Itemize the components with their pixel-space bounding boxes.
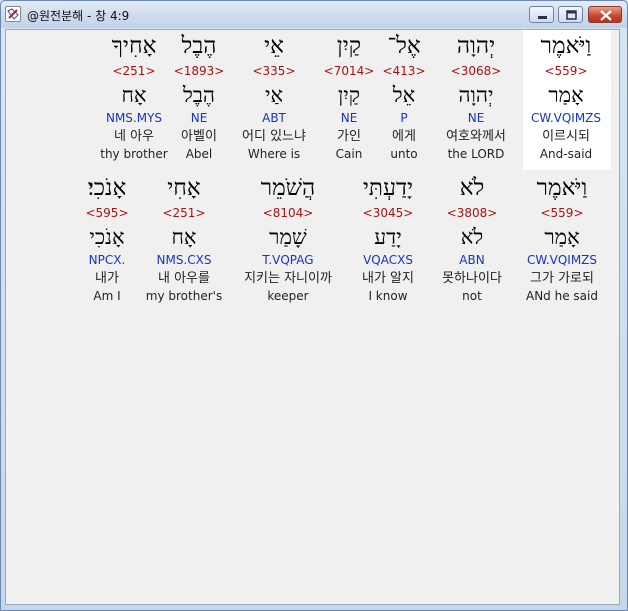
word-column[interactable]: יְהוָה <3068> יְהוָה NE 여호와께서 the LORD xyxy=(426,30,526,163)
hebrew-root: לֹא xyxy=(460,225,484,249)
word-column-selected[interactable]: וַיֹּאמֶר <559> אָמַר CW.VQIMZS 이르시되 And… xyxy=(516,30,616,163)
maximize-button[interactable] xyxy=(558,6,583,23)
korean-gloss: 내 아우를 xyxy=(158,271,210,286)
parsing-code: CW.VQIMZS xyxy=(526,253,598,267)
english-gloss: not xyxy=(462,289,482,303)
korean-gloss: 지키는 자니이까 xyxy=(244,271,332,286)
english-gloss: ANd he said xyxy=(526,289,598,303)
title-bar[interactable]: @원전분해 - 창 4:9 xyxy=(1,1,627,28)
strong-number[interactable]: <559> xyxy=(512,204,612,222)
hebrew-word: לֹא xyxy=(459,175,485,201)
parsing-code: T.VQPAG xyxy=(262,253,314,267)
korean-gloss: 그가 가로되 xyxy=(530,271,594,286)
hebrew-word: הֲשֹׁמֵר xyxy=(260,175,316,201)
hebrew-root: אָמַר xyxy=(548,83,584,107)
minimize-button[interactable] xyxy=(529,6,554,23)
english-gloss: And-said xyxy=(539,147,593,161)
interlinear-panel: אָחִיךָ <251> אָח NMS.MYS 네 아우 thy broth… xyxy=(5,29,620,605)
app-logo-icon[interactable] xyxy=(5,6,21,22)
parsing-code: CW.VQIMZS xyxy=(530,111,602,125)
hebrew-word: אָחִי xyxy=(167,175,201,201)
strong-number[interactable]: <559> xyxy=(516,62,616,80)
strong-number[interactable]: <251> xyxy=(134,204,234,222)
hebrew-root: אָח xyxy=(171,225,197,249)
parsing-code: NMS.CXS xyxy=(156,253,212,267)
hebrew-root: שָׁמַר xyxy=(269,225,307,249)
close-button[interactable] xyxy=(588,6,622,23)
strong-number[interactable]: <8104> xyxy=(238,204,338,222)
korean-gloss: 여호와께서 xyxy=(446,129,506,144)
korean-gloss: 못하나이다 xyxy=(442,271,502,286)
english-gloss: keeper xyxy=(267,289,309,303)
hebrew-word: וַיֹּאמֶר xyxy=(536,175,588,201)
word-column[interactable]: לֹא <3808> לֹא ABN 못하나이다 not xyxy=(422,172,522,305)
hebrew-word: וַיֹּאמֶר xyxy=(540,33,592,59)
english-gloss: the LORD xyxy=(447,147,505,161)
word-column[interactable]: הֲשֹׁמֵר <8104> שָׁמַר T.VQPAG 지키는 자니이까 … xyxy=(238,172,338,305)
parsing-code: NE xyxy=(467,111,485,125)
window-title: @원전분해 - 창 4:9 xyxy=(27,9,130,23)
hebrew-word: יְהוָה xyxy=(456,33,496,59)
hebrew-root: אָמַר xyxy=(544,225,580,249)
korean-gloss: 이르시되 xyxy=(542,129,590,144)
strong-number[interactable]: <3808> xyxy=(422,204,522,222)
english-gloss: my brother's xyxy=(145,289,223,303)
word-column[interactable]: אָחִי <251> אָח NMS.CXS 내 아우를 my brother… xyxy=(134,172,234,305)
strong-number[interactable]: <3068> xyxy=(426,62,526,80)
app-window: @원전분해 - 창 4:9 אָחִיךָ <251> אָח NMS.MYS … xyxy=(0,0,628,611)
hebrew-root: יְהוָה xyxy=(458,83,494,107)
word-column[interactable]: וַיֹּאמֶר <559> אָמַר CW.VQIMZS 그가 가로되 A… xyxy=(512,172,612,305)
parsing-code: ABN xyxy=(459,253,485,267)
